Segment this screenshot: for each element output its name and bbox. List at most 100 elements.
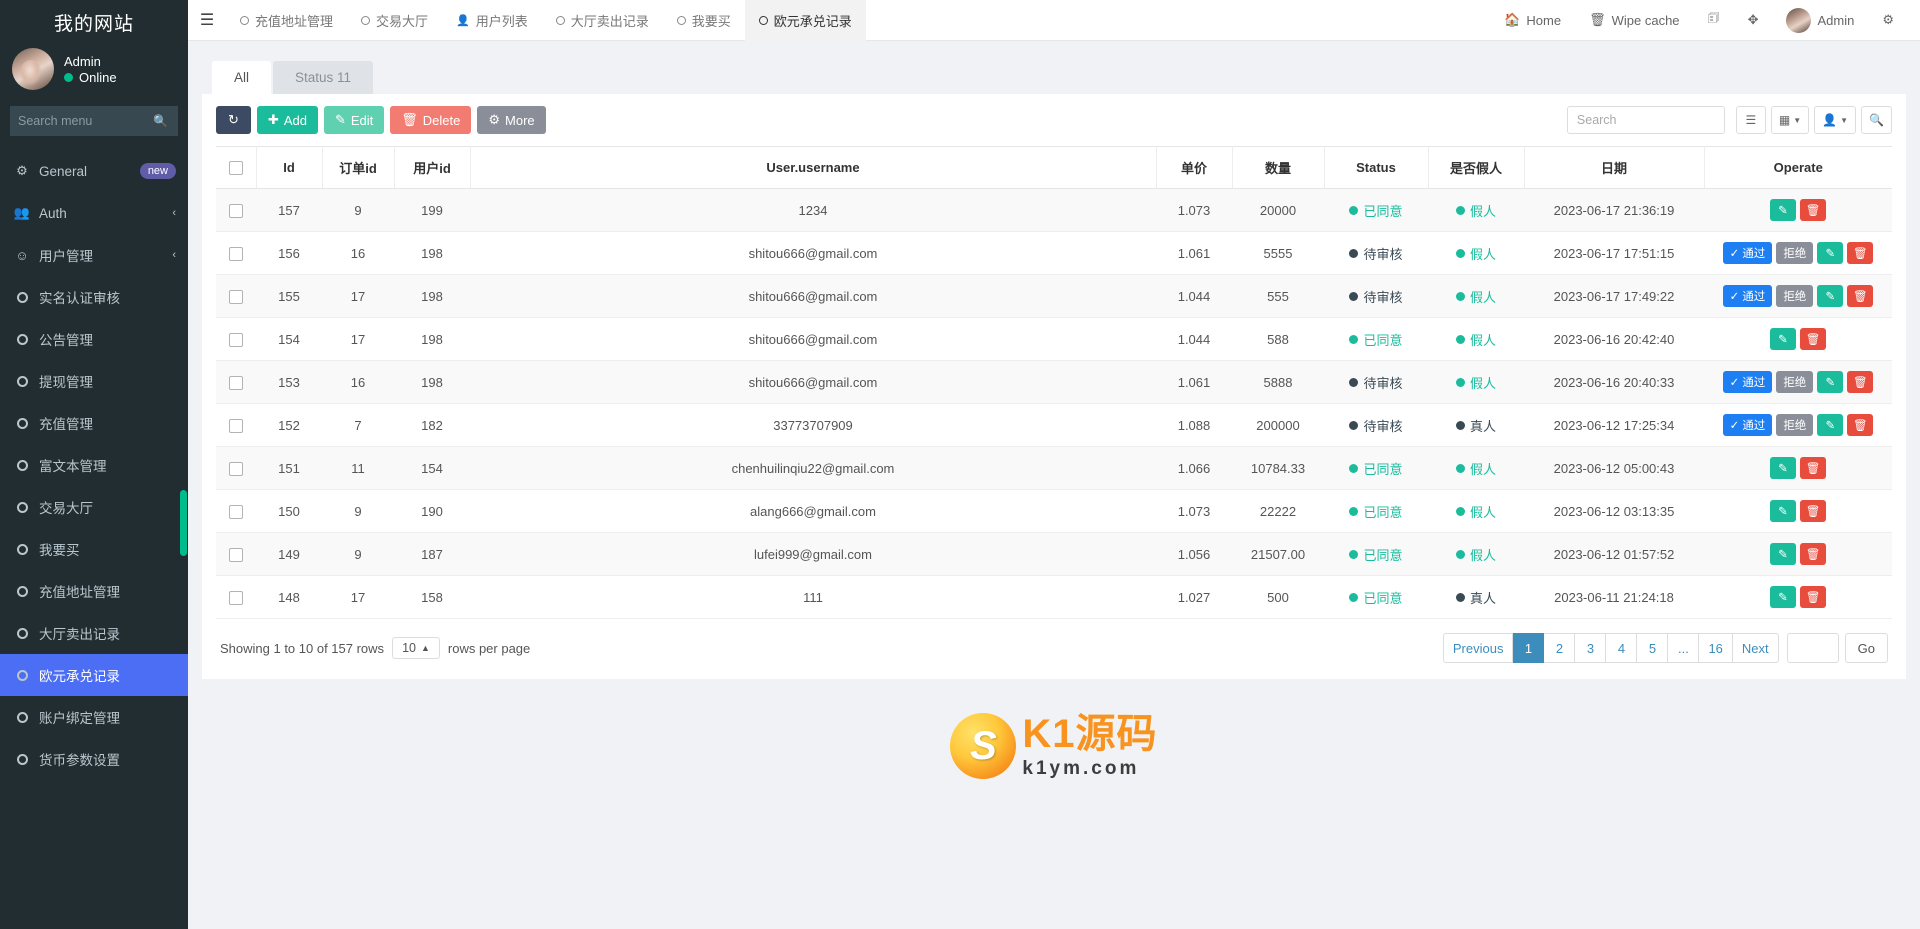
table-row[interactable]: 15316198shitou666@gmail.com1.0615888待审核假… — [216, 361, 1892, 404]
add-button[interactable]: ✚ Add — [257, 106, 318, 134]
wipe-cache-button[interactable]: 🗑 Wipe cache — [1575, 0, 1693, 41]
row-edit-button[interactable]: ✎ — [1770, 328, 1796, 350]
row-delete-button[interactable]: 🗑 — [1847, 285, 1873, 307]
navbar-tab-1[interactable]: 交易大厅 — [347, 0, 442, 41]
table-row[interactable]: 1499187lufei999@gmail.com1.05621507.00已同… — [216, 533, 1892, 576]
table-row[interactable]: 148171581111.027500已同意真人2023-06-11 21:24… — [216, 576, 1892, 619]
sidebar-item-7[interactable]: 富文本管理 — [0, 444, 188, 486]
sidebar-item-1[interactable]: 👥Auth‹ — [0, 192, 188, 234]
search-menu-input[interactable] — [18, 114, 170, 128]
sidebar-item-11[interactable]: 大厅卖出记录 — [0, 612, 188, 654]
scrollbar-thumb[interactable] — [180, 490, 187, 556]
page-button-4[interactable]: 5 — [1637, 633, 1668, 663]
sidebar-item-3[interactable]: 实名认证审核 — [0, 276, 188, 318]
page-tab-0[interactable]: All — [212, 61, 271, 94]
navbar-tab-5[interactable]: 欧元承兑记录 — [745, 0, 866, 41]
translate-icon[interactable]: 🗊 — [1694, 0, 1734, 41]
navbar-tab-2[interactable]: 👤用户列表 — [442, 0, 542, 41]
sidebar-item-4[interactable]: 公告管理 — [0, 318, 188, 360]
next-page-button[interactable]: Next — [1733, 633, 1779, 663]
sidebar-item-5[interactable]: 提现管理 — [0, 360, 188, 402]
sidebar-item-2[interactable]: ☺用户管理‹ — [0, 234, 188, 276]
sidebar-item-13[interactable]: 账户绑定管理 — [0, 696, 188, 738]
export-icon[interactable]: 👤 ▼ — [1814, 106, 1856, 134]
approve-button[interactable]: ✓通过 — [1723, 414, 1773, 436]
reject-button[interactable]: 拒绝 — [1776, 414, 1813, 436]
row-checkbox[interactable] — [229, 247, 243, 261]
page-tab-1[interactable]: Status 11 — [273, 61, 373, 94]
row-delete-button[interactable]: 🗑 — [1847, 414, 1873, 436]
table-row[interactable]: 1509190alang666@gmail.com1.07322222已同意假人… — [216, 490, 1892, 533]
row-delete-button[interactable]: 🗑 — [1800, 457, 1826, 479]
row-delete-button[interactable]: 🗑 — [1800, 500, 1826, 522]
table-row[interactable]: 15417198shitou666@gmail.com1.044588已同意假人… — [216, 318, 1892, 361]
row-edit-button[interactable]: ✎ — [1770, 586, 1796, 608]
row-delete-button[interactable]: 🗑 — [1847, 242, 1873, 264]
rows-per-page-select[interactable]: 10 ▲ — [392, 637, 440, 659]
row-edit-button[interactable]: ✎ — [1817, 285, 1843, 307]
row-checkbox[interactable] — [229, 591, 243, 605]
table-row[interactable]: 15616198shitou666@gmail.com1.0615555待审核假… — [216, 232, 1892, 275]
table-row[interactable]: 157919912341.07320000已同意假人2023-06-17 21:… — [216, 189, 1892, 232]
select-all-checkbox[interactable] — [229, 161, 243, 175]
row-delete-button[interactable]: 🗑 — [1800, 328, 1826, 350]
grid-icon[interactable]: ▦ ▼ — [1771, 106, 1809, 134]
page-button-3[interactable]: 4 — [1606, 633, 1637, 663]
page-button-0[interactable]: 1 — [1513, 633, 1544, 663]
refresh-button[interactable]: ↻ — [216, 106, 251, 134]
approve-button[interactable]: ✓通过 — [1723, 285, 1773, 307]
sidebar-item-0[interactable]: ⚙Generalnew — [0, 150, 188, 192]
sidebar-item-8[interactable]: 交易大厅 — [0, 486, 188, 528]
row-checkbox[interactable] — [229, 419, 243, 433]
row-edit-button[interactable]: ✎ — [1817, 242, 1843, 264]
page-button-1[interactable]: 2 — [1544, 633, 1575, 663]
row-delete-button[interactable]: 🗑 — [1800, 199, 1826, 221]
more-button[interactable]: ⚙ More — [477, 106, 545, 134]
reject-button[interactable]: 拒绝 — [1776, 285, 1813, 307]
row-delete-button[interactable]: 🗑 — [1800, 586, 1826, 608]
approve-button[interactable]: ✓通过 — [1723, 242, 1773, 264]
row-edit-button[interactable]: ✎ — [1770, 543, 1796, 565]
fullscreen-icon[interactable]: ✥ — [1734, 0, 1773, 41]
sidebar-search[interactable]: 🔍 — [10, 106, 178, 136]
row-checkbox[interactable] — [229, 290, 243, 304]
table-row[interactable]: 15517198shitou666@gmail.com1.044555待审核假人… — [216, 275, 1892, 318]
reject-button[interactable]: 拒绝 — [1776, 371, 1813, 393]
row-edit-button[interactable]: ✎ — [1817, 414, 1843, 436]
row-edit-button[interactable]: ✎ — [1817, 371, 1843, 393]
row-edit-button[interactable]: ✎ — [1770, 199, 1796, 221]
row-edit-button[interactable]: ✎ — [1770, 500, 1796, 522]
sidebar-item-10[interactable]: 充值地址管理 — [0, 570, 188, 612]
page-button-2[interactable]: 3 — [1575, 633, 1606, 663]
navbar-tab-0[interactable]: 充值地址管理 — [226, 0, 347, 41]
sidebar-item-14[interactable]: 货币参数设置 — [0, 738, 188, 780]
row-checkbox[interactable] — [229, 376, 243, 390]
sidebar-item-12[interactable]: 欧元承兑记录 — [0, 654, 188, 696]
sidebar-item-9[interactable]: 我要买 — [0, 528, 188, 570]
sidebar-item-6[interactable]: 充值管理 — [0, 402, 188, 444]
admin-menu[interactable]: Admin — [1772, 0, 1868, 41]
search-icon-button[interactable]: 🔍 — [1861, 106, 1892, 134]
row-edit-button[interactable]: ✎ — [1770, 457, 1796, 479]
page-button-6[interactable]: 16 — [1699, 633, 1732, 663]
hamburger-icon[interactable]: ☰ — [188, 0, 226, 41]
navbar-tab-3[interactable]: 大厅卖出记录 — [542, 0, 663, 41]
row-delete-button[interactable]: 🗑 — [1847, 371, 1873, 393]
row-checkbox[interactable] — [229, 548, 243, 562]
page-scrollbar[interactable] — [180, 0, 187, 929]
edit-button[interactable]: ✎ Edit — [324, 106, 384, 134]
row-delete-button[interactable]: 🗑 — [1800, 543, 1826, 565]
row-checkbox[interactable] — [229, 505, 243, 519]
row-checkbox[interactable] — [229, 462, 243, 476]
page-button-5[interactable]: ... — [1668, 633, 1699, 663]
table-row[interactable]: 1527182337737079091.088200000待审核真人2023-0… — [216, 404, 1892, 447]
table-row[interactable]: 15111154chenhuilinqiu22@gmail.com1.06610… — [216, 447, 1892, 490]
gear-icon[interactable]: ⚙ — [1868, 0, 1908, 41]
approve-button[interactable]: ✓通过 — [1723, 371, 1773, 393]
delete-button[interactable]: 🗑 Delete — [390, 106, 471, 134]
home-button[interactable]: 🏠 Home — [1490, 0, 1575, 41]
search-input[interactable] — [1567, 106, 1725, 134]
row-checkbox[interactable] — [229, 333, 243, 347]
list-icon[interactable]: ☰ — [1736, 106, 1766, 134]
row-checkbox[interactable] — [229, 204, 243, 218]
